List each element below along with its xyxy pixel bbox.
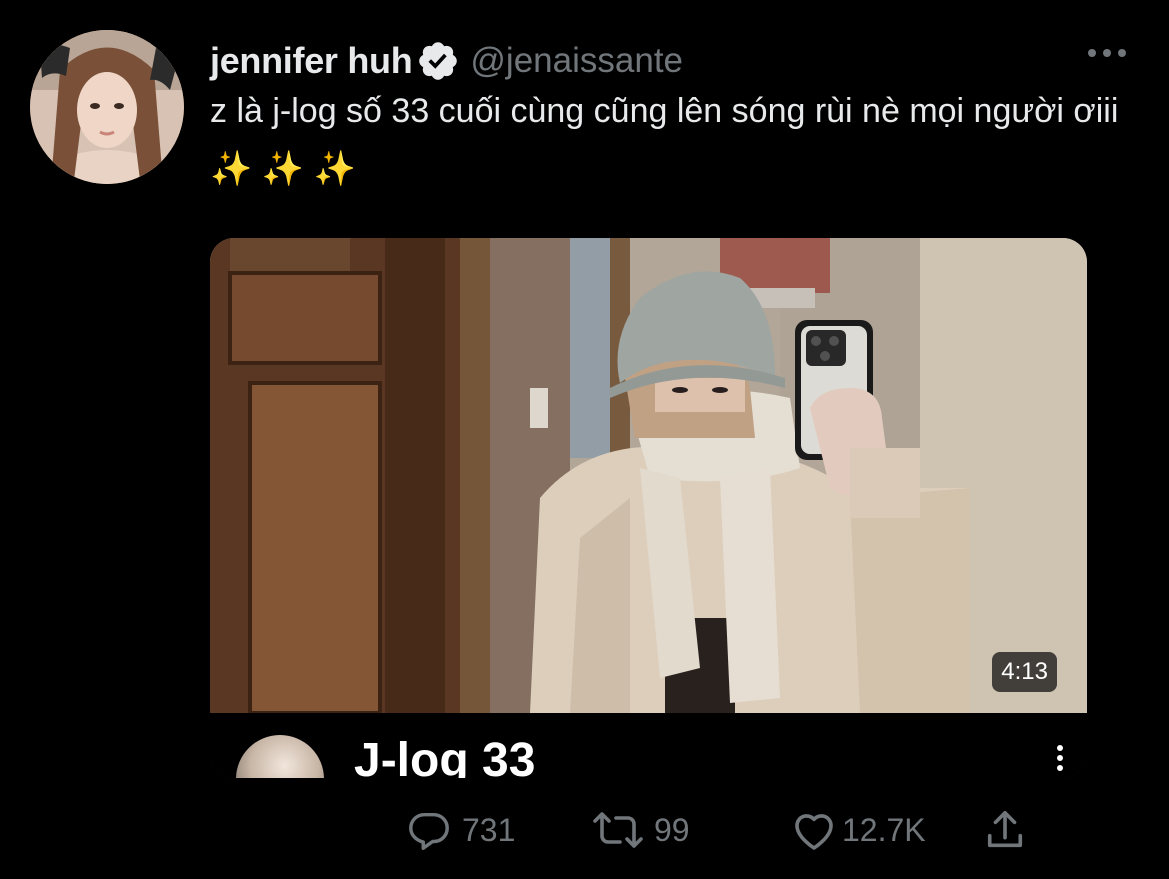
verified-badge-icon bbox=[416, 39, 460, 83]
like-button[interactable]: 12.7K bbox=[790, 806, 926, 854]
retweet-icon bbox=[592, 807, 644, 853]
display-name[interactable]: jennifer huh bbox=[210, 40, 413, 82]
tweet-header: jennifer huh @jenaissante bbox=[210, 38, 683, 84]
tweet-text: z là j-log số 33 cuối cùng cũng lên sóng… bbox=[210, 92, 1119, 188]
retweet-button[interactable]: 99 bbox=[592, 806, 690, 854]
youtube-card[interactable]: 4:13 J-log 33 bbox=[210, 238, 1087, 778]
tweet: jennifer huh @jenaissante z là j-log số … bbox=[0, 0, 1169, 879]
author-handle[interactable]: @jenaissante bbox=[470, 41, 683, 81]
reply-button[interactable]: 731 bbox=[406, 806, 515, 854]
video-more-icon[interactable] bbox=[1055, 743, 1065, 773]
tweet-actions: 731 99 12.7K bbox=[0, 800, 1169, 860]
heart-icon bbox=[790, 807, 838, 853]
reply-count: 731 bbox=[462, 811, 516, 848]
video-info-bar: J-log 33 bbox=[210, 713, 1087, 778]
like-count: 12.7K bbox=[842, 811, 926, 848]
author-avatar[interactable] bbox=[30, 30, 184, 184]
reply-icon bbox=[406, 807, 452, 853]
retweet-count: 99 bbox=[654, 811, 690, 848]
video-duration: 4:13 bbox=[992, 652, 1057, 692]
video-thumbnail[interactable] bbox=[210, 238, 1087, 713]
share-button[interactable] bbox=[984, 806, 1026, 854]
video-title[interactable]: J-log 33 bbox=[354, 733, 535, 778]
share-icon bbox=[984, 807, 1026, 853]
more-options-icon[interactable] bbox=[1085, 38, 1129, 68]
channel-avatar[interactable] bbox=[236, 735, 324, 778]
